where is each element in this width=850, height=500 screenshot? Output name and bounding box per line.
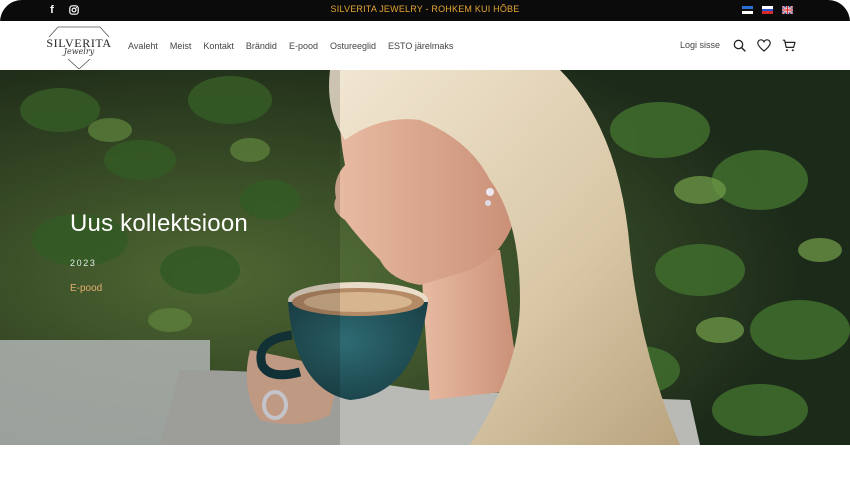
hero-year: 2023 (70, 258, 97, 268)
flag-estonia-icon[interactable] (742, 6, 753, 14)
cart-icon[interactable] (782, 38, 796, 52)
header-actions: Logi sisse (680, 38, 796, 52)
language-switcher (742, 6, 793, 14)
site-header: SILVERITA Jewelry Avaleht Meist Kontakt … (0, 21, 850, 70)
heart-icon[interactable] (757, 38, 771, 52)
page: f SILVERITA JEWELRY - ROHKEM KUI HÕBE SI… (0, 0, 850, 500)
nav-item-ostureeglid[interactable]: Ostureeglid (330, 41, 376, 51)
flag-uk-icon[interactable] (782, 6, 793, 14)
nav-item-meist[interactable]: Meist (170, 41, 192, 51)
nav-item-esto[interactable]: ESTO järelmaks (388, 41, 453, 51)
nav-item-e-pood[interactable]: E-pood (289, 41, 318, 51)
hero-title: Uus kollektsioon (70, 210, 248, 237)
top-bar: f SILVERITA JEWELRY - ROHKEM KUI HÕBE (0, 0, 850, 21)
hero-shop-link[interactable]: E-pood (70, 283, 102, 294)
logo[interactable]: SILVERITA Jewelry (46, 25, 112, 69)
promo-text: SILVERITA JEWELRY - ROHKEM KUI HÕBE (330, 4, 520, 14)
login-link[interactable]: Logi sisse (680, 40, 720, 50)
hero-content: Uus kollektsioon 2023 E-pood (70, 210, 248, 296)
hero-banner: Uus kollektsioon 2023 E-pood (0, 70, 850, 445)
nav-item-brandid[interactable]: Brändid (246, 41, 277, 51)
nav-item-kontakt[interactable]: Kontakt (203, 41, 234, 51)
nav-item-avaleht[interactable]: Avaleht (128, 41, 158, 51)
flag-russia-icon[interactable] (762, 6, 773, 14)
logo-script: Jewelry (63, 47, 95, 56)
search-icon[interactable] (732, 38, 746, 52)
main-nav: Avaleht Meist Kontakt Brändid E-pood Ost… (128, 41, 453, 51)
